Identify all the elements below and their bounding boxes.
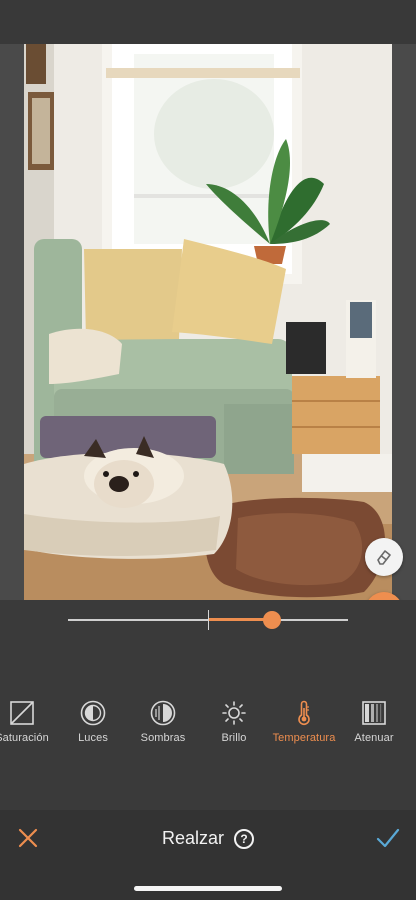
top-status-area bbox=[0, 0, 416, 44]
tool-label: Atenuar bbox=[354, 732, 394, 744]
bottom-action-bar: Realzar ? bbox=[0, 810, 416, 900]
title-group: Realzar ? bbox=[0, 828, 416, 849]
photo-illustration bbox=[24, 44, 392, 600]
slider-center-tick bbox=[208, 610, 209, 630]
highlights-icon bbox=[80, 700, 106, 726]
tool-label: Saturación bbox=[0, 732, 49, 744]
brightness-icon bbox=[221, 700, 247, 726]
photo-canvas[interactable] bbox=[0, 44, 416, 600]
saturation-icon bbox=[9, 700, 35, 726]
checkmark-icon bbox=[376, 828, 400, 848]
slider-thumb[interactable] bbox=[263, 611, 282, 629]
confirm-button[interactable] bbox=[374, 824, 402, 852]
tool-label: Luces bbox=[78, 732, 108, 744]
fade-icon bbox=[361, 700, 387, 726]
adjustment-toolbar: Saturación Luces Sombras Brillo Temperat… bbox=[0, 700, 416, 750]
tool-label: Sombras bbox=[140, 732, 186, 744]
shadows-icon bbox=[150, 700, 176, 726]
home-indicator bbox=[134, 886, 282, 891]
tool-label: Brillo bbox=[221, 732, 247, 744]
temperature-slider[interactable] bbox=[68, 609, 348, 631]
tool-label: Temperatura bbox=[272, 732, 336, 744]
edited-photo bbox=[24, 44, 392, 600]
eraser-button[interactable] bbox=[365, 538, 403, 576]
eraser-icon bbox=[377, 550, 391, 565]
temperature-icon bbox=[291, 700, 317, 726]
tool-atenuar[interactable]: Atenuar bbox=[329, 700, 416, 744]
page-title: Realzar bbox=[161, 828, 225, 848]
help-icon[interactable]: ? bbox=[234, 828, 255, 849]
